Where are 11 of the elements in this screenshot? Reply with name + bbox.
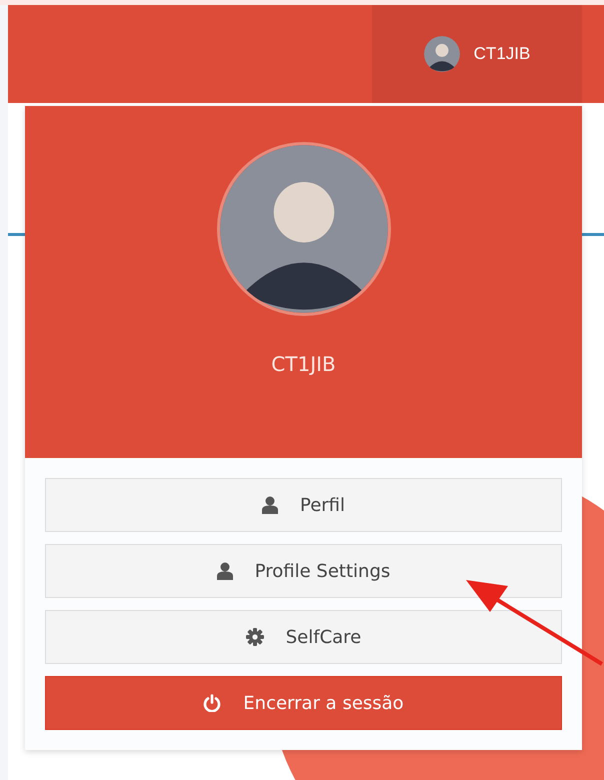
gear-icon [246,628,264,646]
menu-button[interactable]: Profile Settings [45,544,562,598]
menu-button[interactable]: Perfil [45,478,562,532]
power-icon [203,694,222,712]
user-name: CT1JIB [271,352,336,376]
user-icon [262,496,278,514]
avatar [424,36,460,72]
logout-button[interactable]: Encerrar a sessão [45,676,562,730]
menu-button[interactable]: SelfCare [45,610,562,664]
user-icon [216,562,233,580]
user-menu-toggle[interactable]: CT1JIB [372,5,582,103]
